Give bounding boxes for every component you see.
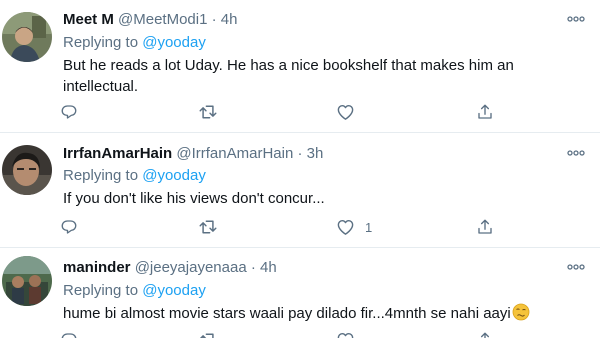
share-icon [476, 218, 494, 236]
replying-prefix: Replying to [63, 34, 139, 51]
avatar[interactable] [2, 256, 52, 306]
author-handle[interactable]: @jeeyajayenaaa [135, 259, 247, 276]
replying-to: Replying to @yooday [63, 166, 206, 186]
replying-to: Replying to @yooday [63, 33, 206, 53]
separator-dot: · [297, 145, 303, 162]
tweet-header: IrrfanAmarHain @IrrfanAmarHain · 3h [63, 144, 323, 164]
author-handle[interactable]: @IrrfanAmarHain [176, 145, 293, 162]
reply-button[interactable] [60, 328, 78, 338]
more-options-icon[interactable] [566, 146, 586, 160]
tweet-text: hume bi almost movie stars waali pay dil… [63, 305, 511, 322]
replies-feed: Meet M @MeetModi1 · 4h Replying to @yood… [0, 0, 600, 338]
replying-to-handle[interactable]: @yooday [142, 167, 206, 184]
tweet-header: Meet M @MeetModi1 · 4h [63, 10, 237, 30]
replying-to-handle[interactable]: @yooday [142, 282, 206, 299]
timestamp[interactable]: 4h [221, 11, 238, 28]
timestamp[interactable]: 4h [260, 259, 277, 276]
replying-to-handle[interactable]: @yooday [142, 34, 206, 51]
reply-icon [60, 218, 78, 236]
reply-button[interactable] [60, 215, 78, 239]
like-button[interactable]: 1 [336, 215, 372, 239]
woozy-face-emoji [512, 303, 530, 321]
replying-to: Replying to @yooday [63, 281, 206, 301]
tweet-actions [58, 100, 518, 124]
reply-icon [60, 331, 78, 338]
timestamp[interactable]: 3h [307, 145, 324, 162]
like-button[interactable] [336, 328, 365, 338]
retweet-icon [198, 103, 218, 121]
author-name[interactable]: IrrfanAmarHain [63, 145, 172, 162]
tweet-actions [58, 328, 518, 338]
avatar[interactable] [2, 145, 52, 195]
share-button[interactable] [476, 215, 494, 239]
share-icon [476, 331, 494, 338]
like-count: 1 [365, 219, 373, 235]
retweet-button[interactable] [198, 100, 218, 124]
tweet-text-container: hume bi almost movie stars waali pay dil… [63, 303, 553, 324]
retweet-icon [198, 218, 218, 236]
share-button[interactable] [476, 328, 494, 338]
tweet[interactable]: IrrfanAmarHain @IrrfanAmarHain · 3h Repl… [0, 133, 600, 247]
retweet-button[interactable] [198, 328, 218, 338]
tweet-text: If you don't like his views don't concur… [63, 190, 325, 207]
separator-dot: · [250, 259, 256, 276]
retweet-button[interactable] [198, 215, 218, 239]
tweet[interactable]: Meet M @MeetModi1 · 4h Replying to @yood… [0, 0, 600, 132]
replying-prefix: Replying to [63, 282, 139, 299]
heart-icon [336, 103, 355, 121]
more-options-icon[interactable] [566, 260, 586, 274]
share-button[interactable] [476, 100, 494, 124]
tweet[interactable]: maninder @jeeyajayenaaa · 4h Replying to… [0, 248, 600, 338]
author-name[interactable]: maninder [63, 259, 131, 276]
heart-icon [336, 331, 355, 338]
reply-button[interactable] [60, 100, 78, 124]
tweet-text: But he reads a lot Uday. He has a nice b… [63, 57, 514, 95]
author-handle[interactable]: @MeetModi1 [118, 11, 207, 28]
tweet-actions: 1 [58, 215, 518, 239]
separator-dot: · [211, 11, 217, 28]
author-name[interactable]: Meet M [63, 11, 114, 28]
retweet-icon [198, 331, 218, 338]
reply-icon [60, 103, 78, 121]
avatar[interactable] [2, 12, 52, 62]
replying-prefix: Replying to [63, 167, 139, 184]
tweet-header: maninder @jeeyajayenaaa · 4h [63, 258, 277, 278]
heart-icon [336, 218, 355, 236]
more-options-icon[interactable] [566, 12, 586, 26]
share-icon [476, 103, 494, 121]
like-button[interactable] [336, 100, 365, 124]
